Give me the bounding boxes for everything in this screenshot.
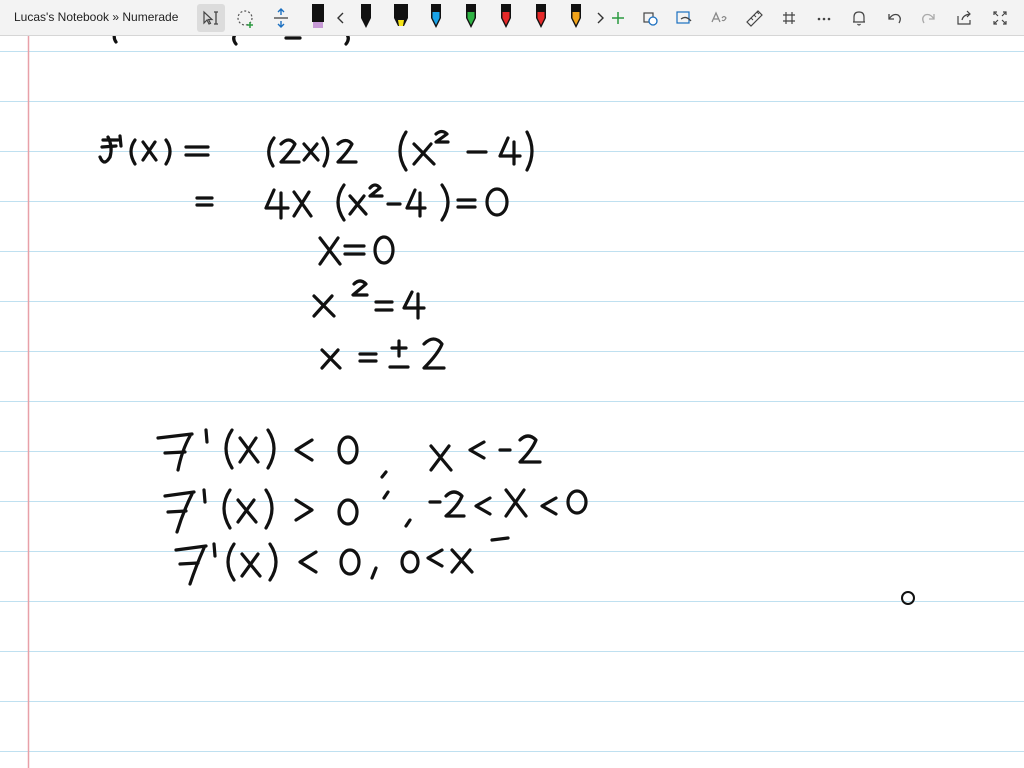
pen-1-icon[interactable] [352, 4, 380, 32]
handwriting-line-2 [195, 183, 509, 222]
full-screen-icon[interactable] [986, 4, 1014, 32]
handwriting-line-4 [312, 279, 426, 320]
lasso-select-icon[interactable] [232, 4, 260, 32]
share-icon[interactable] [950, 4, 978, 32]
shapes-icon[interactable] [636, 4, 664, 32]
handwriting-line-6 [156, 428, 542, 479]
undo-icon[interactable] [880, 4, 908, 32]
add-pen-icon[interactable] [604, 4, 632, 32]
more-options-icon[interactable] [810, 4, 838, 32]
pen-5-icon[interactable] [492, 4, 520, 32]
notifications-bell-icon[interactable] [845, 4, 873, 32]
toolbar: Lucas's Notebook » Numerade [0, 0, 1024, 36]
ink-to-text-icon[interactable] [705, 4, 733, 32]
redo-icon[interactable] [915, 4, 943, 32]
pen-3-icon[interactable] [422, 4, 450, 32]
type-select-tool-icon[interactable] [197, 4, 225, 32]
handwriting-line-5 [320, 337, 446, 370]
ruler-icon[interactable] [740, 4, 768, 32]
math-grid-icon[interactable] [775, 4, 803, 32]
handwriting-line-7 [163, 488, 588, 534]
pens-scroll-left-icon[interactable] [327, 4, 355, 32]
handwriting-line-3 [318, 235, 395, 266]
breadcrumb[interactable]: Lucas's Notebook » Numerade [14, 10, 178, 24]
pen-4-icon[interactable] [457, 4, 485, 32]
add-space-icon[interactable] [267, 4, 295, 32]
note-page-canvas[interactable] [0, 36, 1024, 768]
ink-to-shape-icon[interactable] [670, 4, 698, 32]
pen-6-icon[interactable] [527, 4, 555, 32]
handwriting-line-1 [98, 129, 534, 172]
pen-cursor [901, 591, 915, 605]
pen-2-icon[interactable] [387, 4, 415, 32]
